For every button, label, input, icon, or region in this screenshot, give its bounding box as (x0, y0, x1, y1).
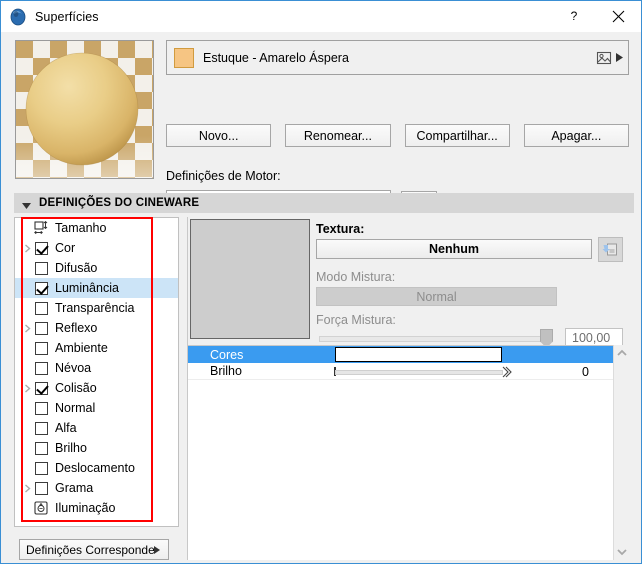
surfaces-dialog: Superfícies ? Estuque - Amarelo Áspera N… (0, 0, 642, 564)
channel-settings-panel: Textura: Nenhum Modo Mistura: Normal For… (187, 217, 634, 560)
window-title: Superfícies (35, 9, 99, 24)
delete-button[interactable]: Apagar... (523, 124, 629, 147)
section-title: DEFINIÇÕES DO CINEWARE (39, 197, 200, 209)
image-icon[interactable] (596, 50, 612, 66)
expand-arrow-icon[interactable] (21, 242, 34, 255)
illumination-icon (34, 501, 48, 515)
param-name: Brilho (210, 364, 242, 378)
texture-button[interactable]: Nenhum (316, 239, 592, 259)
chevron-up-icon[interactable] (614, 345, 630, 361)
matching-settings-label: Definições Corresponden... (26, 542, 154, 557)
texture-preview[interactable] (190, 219, 310, 339)
blend-strength-slider[interactable] (319, 336, 546, 342)
param-name: Cores (210, 347, 244, 362)
channel-label: Alfa (55, 421, 77, 435)
channel-row-tamanho[interactable]: Tamanho (15, 218, 178, 238)
param-slider-handle[interactable] (501, 366, 513, 378)
channel-list[interactable]: Tamanho Cor Difusão Luminância Transparência… (14, 217, 179, 527)
channel-row-grama[interactable]: Grama (15, 478, 178, 498)
chevron-down-icon[interactable] (614, 544, 630, 560)
dropdown-arrow-icon[interactable] (614, 51, 624, 65)
channel-row-transparncia[interactable]: Transparência (15, 298, 178, 318)
checkbox-nvoa[interactable] (35, 361, 48, 375)
texture-label: Textura: (316, 222, 365, 236)
channel-row-cor[interactable]: Cor (15, 238, 178, 258)
engine-settings-label: Definições de Motor: (166, 169, 281, 183)
channel-label: Transparência (55, 301, 135, 315)
channel-label: Luminância (55, 281, 119, 295)
channel-label: Deslocamento (55, 461, 135, 475)
cineware-sphere-icon (9, 8, 27, 26)
rename-button[interactable]: Renomear... (285, 124, 391, 147)
checkbox-coliso[interactable] (35, 381, 48, 395)
expand-arrow-icon[interactable] (21, 482, 34, 495)
checkbox-grama[interactable] (35, 481, 48, 495)
param-row-brilho[interactable]: Brilho 0 (188, 363, 613, 380)
blend-mode-label: Modo Mistura: (316, 270, 396, 284)
blend-strength-label: Força Mistura: (316, 313, 396, 327)
material-name-bar[interactable]: Estuque - Amarelo Áspera (166, 40, 629, 75)
load-texture-icon[interactable] (598, 237, 623, 262)
material-name-label: Estuque - Amarelo Áspera (203, 50, 349, 65)
checkbox-reflexo[interactable] (35, 321, 48, 335)
expand-arrow-icon[interactable] (21, 382, 34, 395)
channel-row-ambiente[interactable]: Ambiente (15, 338, 178, 358)
title-bar: Superfícies ? (1, 1, 641, 32)
channel-label: Grama (55, 481, 94, 495)
checkbox-ambiente[interactable] (35, 341, 48, 355)
checkbox-normal[interactable] (35, 401, 48, 415)
color-swatch-field[interactable] (335, 347, 502, 362)
channel-label: Reflexo (55, 321, 98, 335)
channel-label: Brilho (55, 441, 87, 455)
channel-label: Névoa (55, 361, 92, 375)
channel-label: Colisão (55, 381, 97, 395)
param-value[interactable]: 0 (582, 363, 589, 380)
parameter-list[interactable]: Cores Brilho 0 (188, 345, 613, 560)
channel-row-iluminao[interactable]: Iluminação (15, 498, 178, 518)
close-button[interactable] (596, 1, 641, 31)
svg-text:?: ? (570, 9, 577, 23)
triangle-down-icon[interactable] (22, 199, 31, 209)
channel-row-alfa[interactable]: Alfa (15, 418, 178, 438)
triangle-right-icon (154, 543, 162, 557)
channel-row-nvoa[interactable]: Névoa (15, 358, 178, 378)
checkbox-cor[interactable] (35, 241, 48, 255)
share-button[interactable]: Compartilhar... (404, 124, 510, 147)
checkbox-brilho[interactable] (35, 441, 48, 455)
checkbox-deslocamento[interactable] (35, 461, 48, 475)
bottom-strip (1, 560, 641, 563)
channel-label: Ambiente (55, 341, 108, 355)
channel-label: Normal (55, 401, 96, 415)
expand-arrow-icon[interactable] (21, 322, 34, 335)
blend-mode-value: Normal (316, 287, 557, 306)
channel-row-normal[interactable]: Normal (15, 398, 178, 418)
channel-row-luminncia[interactable]: Luminância (15, 278, 178, 298)
channel-label: Difusão (55, 261, 98, 275)
channel-row-difuso[interactable]: Difusão (15, 258, 178, 278)
size-icon (34, 221, 48, 235)
cineware-settings-header[interactable]: DEFINIÇÕES DO CINEWARE (14, 193, 634, 213)
channel-row-reflexo[interactable]: Reflexo (15, 318, 178, 338)
new-button[interactable]: Novo... (166, 124, 272, 147)
material-color-swatch (174, 47, 194, 68)
channel-row-deslocamento[interactable]: Deslocamento (15, 458, 178, 478)
param-row-cores[interactable]: Cores (188, 346, 613, 363)
help-button[interactable]: ? (551, 1, 596, 31)
matching-settings-button[interactable]: Definições Corresponden... (19, 539, 169, 560)
channel-row-coliso[interactable]: Colisão (15, 378, 178, 398)
param-slider-track[interactable] (335, 370, 503, 375)
parameter-scrollbar[interactable] (613, 345, 629, 560)
channel-label: Tamanho (55, 221, 107, 235)
material-preview (15, 40, 154, 179)
checkbox-difuso[interactable] (35, 261, 48, 275)
checkbox-transparncia[interactable] (35, 301, 48, 315)
channel-label: Cor (55, 241, 76, 255)
channel-row-brilho[interactable]: Brilho (15, 438, 178, 458)
checkbox-alfa[interactable] (35, 421, 48, 435)
channel-label: Iluminação (55, 501, 116, 515)
checkbox-luminncia[interactable] (35, 281, 48, 295)
top-section: Estuque - Amarelo Áspera Novo... Renomea… (1, 32, 641, 213)
material-actions: Novo... Renomear... Compartilhar... Apag… (166, 124, 629, 147)
